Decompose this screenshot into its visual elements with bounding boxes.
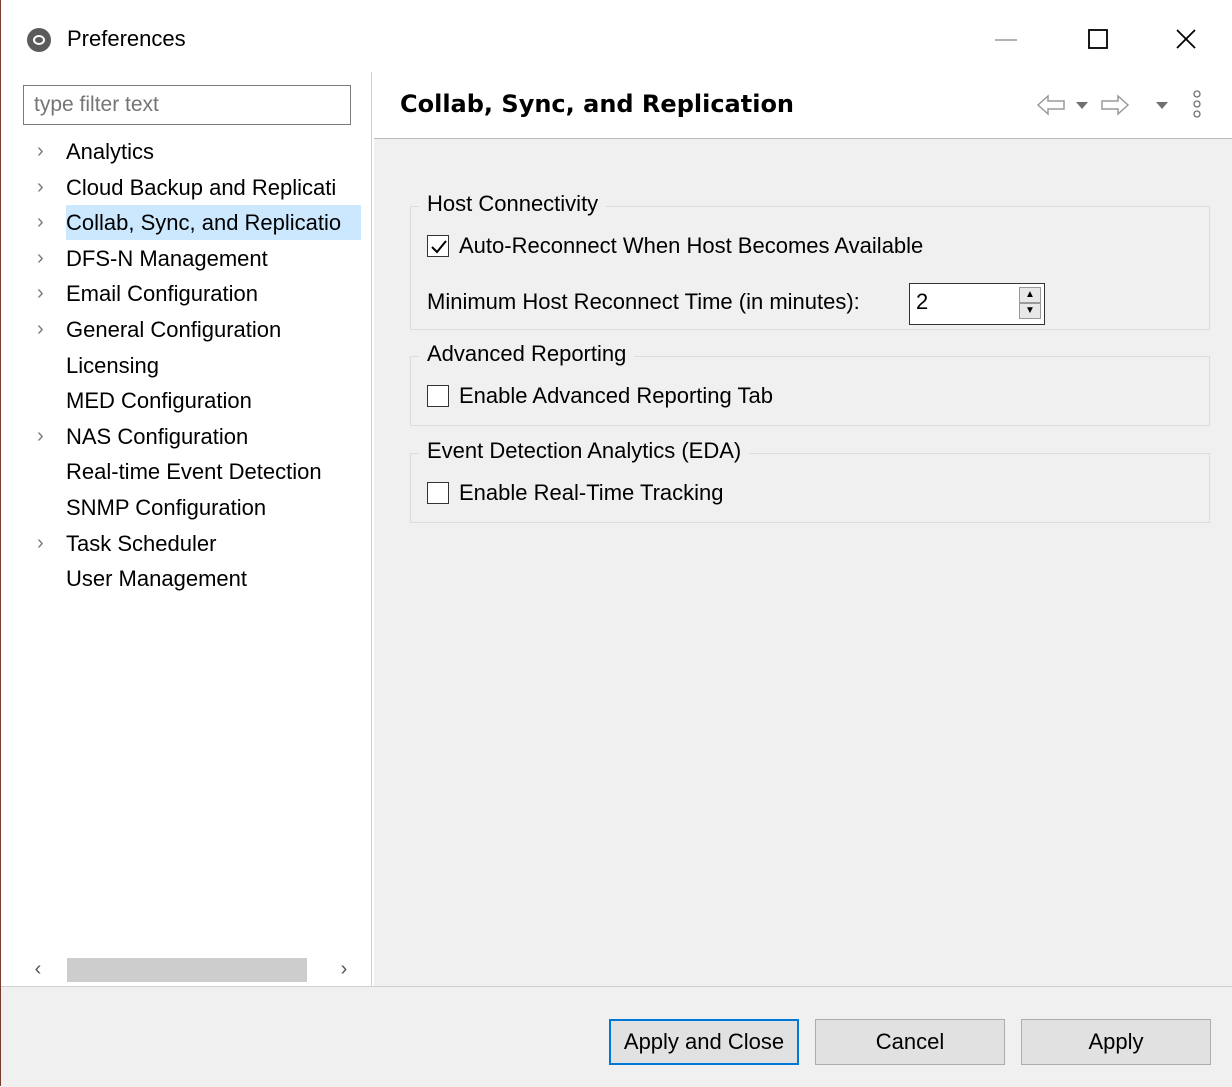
tree-item[interactable]: › DFS-N Management	[9, 241, 371, 277]
forward-arrow-icon[interactable]	[1096, 90, 1132, 120]
tree-item-label: Licensing	[66, 352, 159, 378]
tree-item[interactable]: › Analytics	[9, 134, 371, 170]
preference-tree: › Analytics › Cloud Backup and Replicati › Co…	[9, 134, 371, 597]
preference-page: Collab, Sync, and Replication Host Conne…	[374, 72, 1232, 986]
chevron-right-icon[interactable]: ›	[37, 526, 57, 561]
chevron-right-icon[interactable]: ›	[37, 170, 57, 205]
preferences-window: Preferences › Analytics › Cloud Backup and …	[0, 0, 1232, 1087]
tree-item-label: User Management	[66, 566, 247, 592]
tree-item[interactable]: Licensing	[9, 348, 371, 384]
advanced-reporting-group: Advanced Reporting Enable Advanced Repor…	[410, 341, 1210, 426]
horizontal-scrollbar[interactable]: ‹ ›	[23, 954, 357, 984]
tree-item[interactable]: › Email Configuration	[9, 276, 371, 312]
view-menu-icon[interactable]	[1190, 88, 1204, 122]
page-title: Collab, Sync, and Replication	[400, 90, 795, 118]
chevron-right-icon[interactable]: ›	[37, 276, 57, 311]
decrement-icon[interactable]: ▼	[1019, 303, 1041, 319]
close-icon	[1176, 29, 1196, 49]
spinner-buttons: ▲ ▼	[1019, 287, 1041, 321]
tree-item-label: Real-time Event Detection	[66, 459, 322, 485]
tree-item-label: Analytics	[66, 139, 155, 164]
host-connectivity-group: Host Connectivity Auto-Reconnect When Ho…	[410, 191, 1210, 330]
apply-and-close-button[interactable]: Apply and Close	[609, 1019, 799, 1065]
increment-icon[interactable]: ▲	[1019, 287, 1041, 303]
chevron-right-icon[interactable]: ›	[37, 241, 57, 276]
tree-item-label: MED Configuration	[66, 388, 252, 414]
tree-item-label: Collab, Sync, and Replicatio	[66, 205, 361, 241]
spinner-value[interactable]: 2	[916, 289, 928, 315]
chevron-right-icon[interactable]: ›	[37, 419, 57, 454]
chevron-right-icon[interactable]: ›	[37, 312, 57, 347]
apply-button[interactable]: Apply	[1021, 1019, 1211, 1065]
back-arrow-icon[interactable]	[1034, 90, 1070, 120]
tree-item-label: General Configuration	[66, 316, 282, 342]
minimize-icon	[995, 39, 1017, 41]
tree-item-label: Task Scheduler	[66, 530, 217, 556]
group-title: Advanced Reporting	[419, 341, 635, 367]
checkbox-label: Enable Advanced Reporting Tab	[459, 383, 773, 408]
checkbox-label: Enable Real-Time Tracking	[459, 480, 724, 505]
app-logo-icon	[27, 28, 51, 52]
filter-input[interactable]	[23, 85, 351, 125]
close-button[interactable]	[1141, 0, 1232, 80]
tree-item-label: SNMP Configuration	[66, 494, 267, 520]
group-title: Event Detection Analytics (EDA)	[419, 438, 750, 464]
tree-item[interactable]: › Cloud Backup and Replicati	[9, 170, 371, 206]
auto-reconnect-checkbox[interactable]	[427, 235, 449, 257]
tree-item[interactable]: User Management	[9, 561, 371, 597]
tree-item[interactable]: › Collab, Sync, and Replicatio	[9, 205, 371, 241]
tree-item[interactable]: › Task Scheduler	[9, 526, 371, 562]
eda-group: Event Detection Analytics (EDA) Enable R…	[410, 438, 1210, 523]
back-dropdown-icon[interactable]	[1074, 90, 1090, 120]
min-reconnect-time-label: Minimum Host Reconnect Time (in minutes)…	[427, 289, 860, 314]
maximize-icon	[1088, 29, 1108, 49]
cancel-button[interactable]: Cancel	[815, 1019, 1005, 1065]
tree-item[interactable]: Real-time Event Detection	[9, 454, 371, 490]
scrollbar-thumb[interactable]	[67, 958, 307, 982]
tree-item-label: Email Configuration	[66, 281, 258, 307]
checkmark-icon	[431, 240, 447, 254]
tree-item-label: Cloud Backup and Replicati	[66, 174, 337, 200]
scroll-right-icon[interactable]: ›	[329, 954, 359, 984]
tree-item[interactable]: › NAS Configuration	[9, 419, 371, 455]
page-header: Collab, Sync, and Replication	[374, 72, 1232, 139]
maximize-button[interactable]	[1053, 0, 1145, 80]
tree-item[interactable]: › General Configuration	[9, 312, 371, 348]
min-reconnect-time-spinner[interactable]: 2 ▲ ▼	[909, 283, 1045, 325]
forward-dropdown-icon[interactable]	[1154, 90, 1170, 120]
window-title: Preferences	[67, 26, 186, 51]
tree-item-label: DFS-N Management	[66, 245, 268, 271]
title-bar: Preferences	[1, 0, 1232, 80]
chevron-right-icon[interactable]: ›	[37, 205, 57, 240]
tree-item[interactable]: MED Configuration	[9, 383, 371, 419]
preference-tree-pane: › Analytics › Cloud Backup and Replicati › Co…	[9, 72, 372, 986]
group-title: Host Connectivity	[419, 191, 607, 217]
chevron-right-icon[interactable]: ›	[37, 134, 57, 169]
checkbox-label: Auto-Reconnect When Host Becomes Availab…	[459, 233, 924, 258]
tree-item[interactable]: SNMP Configuration	[9, 490, 371, 526]
realtime-tracking-checkbox[interactable]	[427, 482, 449, 504]
advanced-reporting-checkbox[interactable]	[427, 385, 449, 407]
dialog-footer: Apply and Close Cancel Apply	[1, 986, 1232, 1087]
tree-item-label: NAS Configuration	[66, 423, 249, 449]
minimize-button[interactable]	[961, 0, 1053, 80]
scroll-left-icon[interactable]: ‹	[23, 954, 53, 984]
